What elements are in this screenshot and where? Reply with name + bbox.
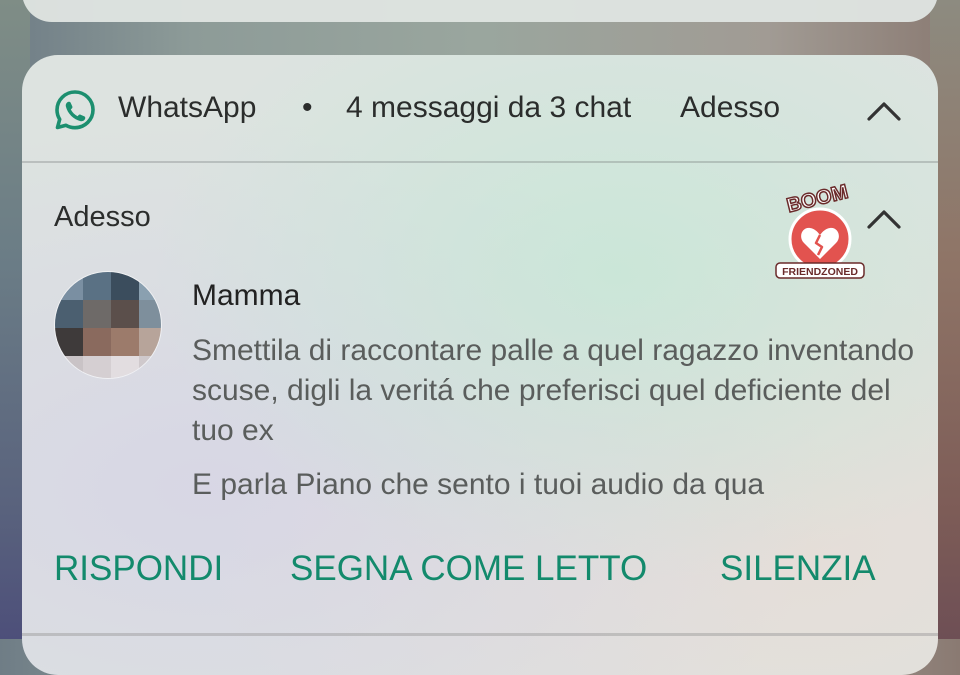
notification-header[interactable]: WhatsApp • 4 messaggi da 3 chat Adesso	[22, 55, 938, 163]
conversation-time: Adesso	[54, 201, 151, 233]
reply-button[interactable]: RISPONDI	[54, 549, 223, 589]
chevron-up-icon[interactable]	[866, 99, 902, 123]
notification-summary: 4 messaggi da 3 chat	[346, 91, 632, 124]
app-name: WhatsApp	[118, 91, 257, 124]
whatsapp-notification-card[interactable]: WhatsApp • 4 messaggi da 3 chat Adesso A…	[22, 55, 938, 675]
message-text: Smettila di raccontare palle a quel raga…	[192, 334, 915, 447]
sticker-friendzoned-text: FRIENDZONED	[782, 266, 858, 278]
chevron-up-icon[interactable]	[866, 207, 902, 231]
whatsapp-icon	[55, 90, 95, 130]
friendzoned-sticker: BOOM FRIENDZONED	[775, 183, 865, 279]
previous-notification-card[interactable]	[22, 0, 938, 22]
mute-button[interactable]: SILENZIA	[720, 549, 876, 589]
notification-actions: RISPONDI SEGNA COME LETTO SILENZIA	[54, 549, 914, 599]
avatar	[54, 271, 162, 379]
header-divider	[22, 161, 938, 163]
header-separator: •	[302, 91, 313, 124]
sender-name: Mamma	[192, 279, 301, 312]
bottom-divider	[22, 633, 938, 636]
notification-time: Adesso	[680, 91, 781, 124]
mark-as-read-button[interactable]: SEGNA COME LETTO	[290, 549, 647, 589]
message-text: E parla Piano che sento i tuoi audio da …	[192, 468, 765, 501]
